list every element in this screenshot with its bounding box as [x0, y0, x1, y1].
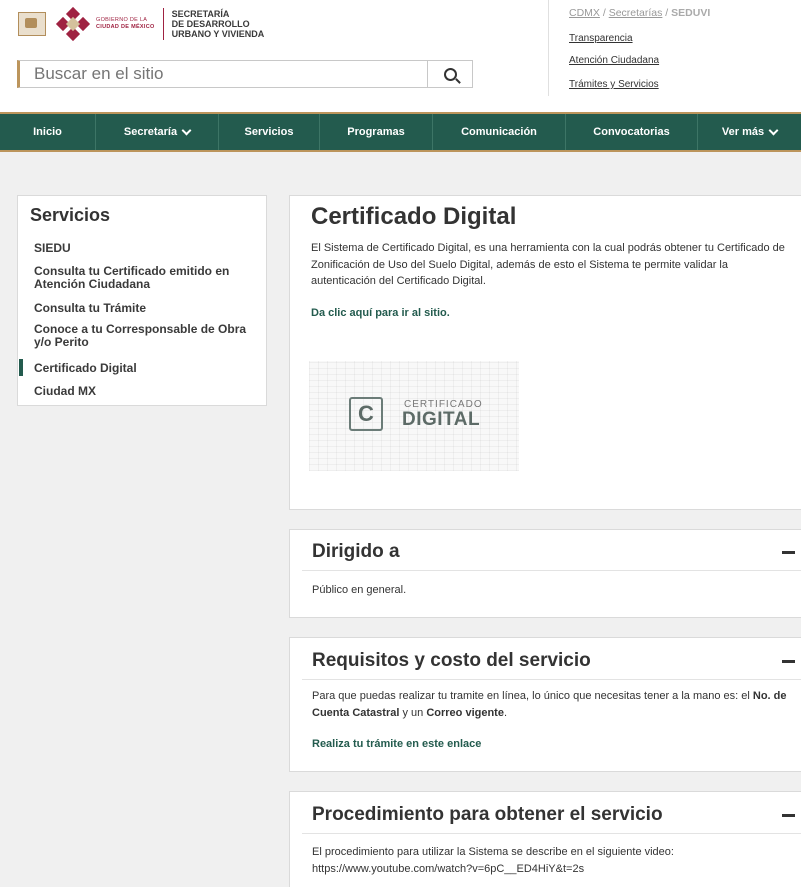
section-text-requisitos: Para que puedas realizar tu tramite en l…	[312, 690, 787, 719]
sidebar-item-siedu[interactable]: SIEDU	[34, 242, 259, 255]
section-title-procedimiento: Procedimiento para obtener el servicio	[312, 804, 663, 825]
search-input[interactable]	[20, 61, 454, 87]
nav-servicios[interactable]: Servicios	[219, 114, 320, 150]
coat-of-arms-icon	[18, 12, 46, 36]
link-atencion-ciudadana[interactable]: Atención Ciudadana	[569, 55, 659, 66]
services-sidebar: Servicios SIEDU Consulta tu Certificado …	[17, 195, 267, 406]
cert-logo-line2: DIGITAL	[402, 409, 481, 430]
nav-inicio[interactable]: Inicio	[0, 114, 96, 150]
link-transparencia[interactable]: Transparencia	[569, 33, 633, 44]
site-logo[interactable]: GOBIERNO DE LA CIUDAD DE MÉXICO SECRETAR…	[18, 4, 264, 44]
main-nav: Inicio Secretaría Servicios Programas Co…	[0, 112, 801, 152]
collapse-icon[interactable]	[782, 814, 795, 817]
site-header: GOBIERNO DE LA CIUDAD DE MÉXICO SECRETAR…	[0, 0, 801, 112]
breadcrumb-current: SEDUVI	[671, 7, 711, 19]
chevron-down-icon	[181, 125, 192, 135]
sidebar-active-indicator	[19, 359, 23, 376]
certificate-c-icon: C	[349, 397, 383, 431]
page-title: Certificado Digital	[311, 203, 517, 230]
section-requisitos: Requisitos y costo del servicio Para que…	[289, 637, 801, 772]
section-title-requisitos: Requisitos y costo del servicio	[312, 650, 591, 671]
video-url[interactable]: https://www.youtube.com/watch?v=6pC__ED4…	[312, 861, 792, 878]
breadcrumb: CDMX / Secretarías / SEDUVI	[569, 7, 711, 19]
collapse-icon[interactable]	[782, 660, 795, 663]
chevron-down-icon	[768, 125, 779, 135]
sidebar-item-consulta-certificado[interactable]: Consulta tu Certificado emitido en Atenc…	[34, 265, 259, 291]
sidebar-item-ciudad-mx[interactable]: Ciudad MX	[34, 385, 259, 398]
gobierno-wordmark: GOBIERNO DE LA CIUDAD DE MÉXICO	[96, 17, 155, 30]
sidebar-item-corresponsable[interactable]: Conoce a tu Corresponsable de Obra y/o P…	[34, 323, 259, 349]
search-bar	[17, 60, 473, 88]
link-tramites-servicios[interactable]: Trámites y Servicios	[569, 79, 659, 90]
nav-ver-mas[interactable]: Ver más	[698, 114, 801, 150]
certificado-digital-logo[interactable]: C CERTIFICADO DIGITAL	[309, 361, 519, 471]
nav-convocatorias[interactable]: Convocatorias	[566, 114, 698, 150]
intro-text: El Sistema de Certificado Digital, es un…	[311, 242, 785, 287]
search-icon	[443, 67, 457, 81]
section-dirigido: Dirigido a Público en general.	[289, 529, 801, 618]
sidebar-item-consulta-tramite[interactable]: Consulta tu Trámite	[34, 302, 259, 315]
section-procedimiento: Procedimiento para obtener el servicio E…	[289, 791, 801, 887]
top-links-panel: CDMX / Secretarías / SEDUVI Transparenci…	[548, 0, 801, 96]
collapse-icon[interactable]	[782, 551, 795, 554]
nav-comunicacion[interactable]: Comunicación	[433, 114, 566, 150]
section-text-dirigido: Público en general.	[312, 584, 407, 596]
go-to-site-link[interactable]: Da clic aquí para ir al sitio.	[311, 307, 450, 319]
sidebar-item-certificado-digital[interactable]: Certificado Digital	[34, 362, 259, 375]
breadcrumb-cdmx[interactable]: CDMX	[569, 7, 600, 19]
search-button[interactable]	[427, 61, 472, 87]
section-text-procedimiento: El procedimiento para utilizar la Sistem…	[312, 844, 792, 877]
section-title-dirigido: Dirigido a	[312, 541, 400, 562]
sidebar-title: Servicios	[30, 205, 111, 225]
breadcrumb-secretarias[interactable]: Secretarías	[609, 7, 663, 19]
secretaria-wordmark: SECRETARÍA DE DESARROLLO URBANO Y VIVIEN…	[171, 9, 265, 39]
nav-secretaria[interactable]: Secretaría	[96, 114, 219, 150]
nav-programas[interactable]: Programas	[320, 114, 433, 150]
tramite-link[interactable]: Realiza tu trámite en este enlace	[312, 738, 481, 750]
cdmx-emblem-icon	[55, 6, 91, 42]
